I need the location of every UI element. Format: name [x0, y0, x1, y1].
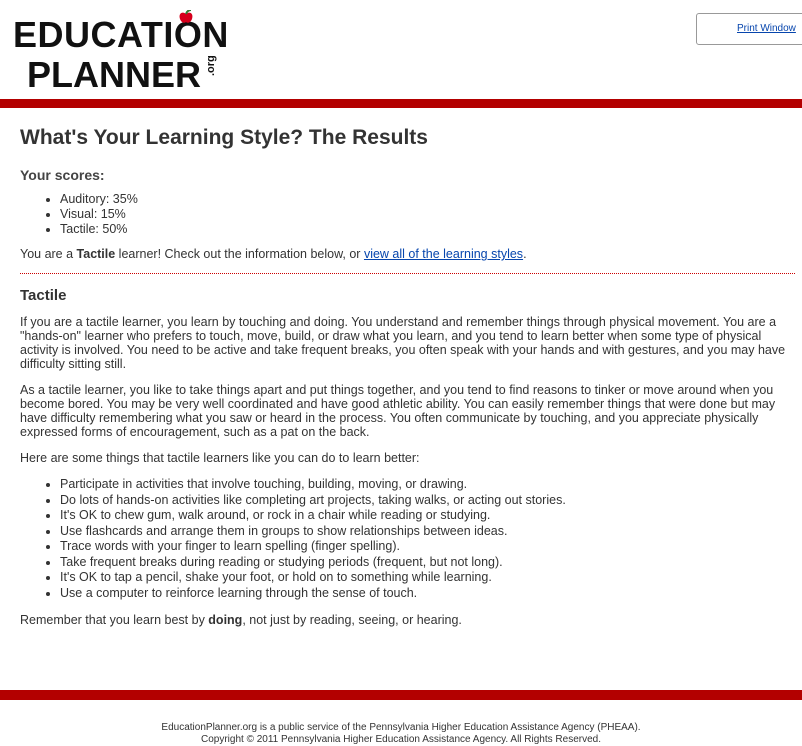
- page-title: What's Your Learning Style? The Results: [20, 126, 428, 149]
- logo-line2-wrap: PLANNER .org: [27, 52, 229, 92]
- list-item: Do lots of hands-on activities like comp…: [60, 493, 795, 509]
- scores-heading: Your scores:: [20, 167, 105, 183]
- tactile-heading: Tactile: [20, 287, 67, 304]
- section-divider: [20, 273, 795, 274]
- logo-line2: PLANNER: [27, 54, 202, 95]
- result-style: Tactile: [76, 247, 116, 261]
- list-item: Use flashcards and arrange them in group…: [60, 524, 795, 540]
- footer: EducationPlanner.org is a public service…: [0, 722, 802, 746]
- result-prefix: You are a: [20, 247, 77, 261]
- footer-line-2: Copyright © 2011 Pennsylvania Higher Edu…: [201, 734, 601, 745]
- score-item-tactile: Tactile: 50%: [60, 222, 795, 237]
- list-item: Use a computer to reinforce learning thr…: [60, 586, 795, 602]
- education-planner-logo[interactable]: EDUCATION PLANNER .org: [13, 10, 229, 93]
- result-suffix: .: [523, 247, 527, 261]
- tips-intro: Here are some things that tactile learne…: [20, 451, 420, 465]
- result-summary: You are a Tactile learner! Check out the…: [20, 247, 795, 261]
- scores-list: Auditory: 35% Visual: 15% Tactile: 50%: [20, 192, 795, 237]
- logo-line1: EDUCATION: [13, 14, 229, 55]
- closing-prefix: Remember that you learn best by: [20, 613, 209, 627]
- closing-text: Remember that you learn best by doing, n…: [20, 613, 795, 627]
- tips-list: Participate in activities that involve t…: [20, 477, 795, 601]
- result-mid: learner! Check out the information below…: [115, 247, 364, 261]
- tactile-para-2: As a tactile learner, you like to take t…: [20, 383, 776, 439]
- view-all-styles-link[interactable]: view all of the learning styles: [364, 247, 523, 261]
- list-item: It's OK to tap a pencil, shake your foot…: [60, 570, 795, 586]
- score-item-auditory: Auditory: 35%: [60, 192, 795, 207]
- closing-bold: doing: [208, 613, 243, 627]
- logo-org: .org: [205, 55, 218, 76]
- list-item: Participate in activities that involve t…: [60, 477, 795, 493]
- footer-line-1: EducationPlanner.org is a public service…: [161, 722, 641, 733]
- list-item: Trace words with your finger to learn sp…: [60, 539, 795, 555]
- list-item: It's OK to chew gum, walk around, or roc…: [60, 508, 795, 524]
- print-window-link[interactable]: Print Window: [737, 23, 796, 34]
- closing-suffix: , not just by reading, seeing, or hearin…: [242, 613, 462, 627]
- apple-icon: [179, 10, 193, 23]
- bottom-accent-bar: [0, 690, 802, 700]
- header: EDUCATION PLANNER .org Print Window: [0, 0, 802, 100]
- list-item: Take frequent breaks during reading or s…: [60, 555, 795, 571]
- score-item-visual: Visual: 15%: [60, 207, 795, 222]
- tactile-para-1: If you are a tactile learner, you learn …: [20, 315, 786, 371]
- main-content: What's Your Learning Style? The Results …: [20, 108, 795, 627]
- print-window-button[interactable]: Print Window: [696, 13, 802, 45]
- top-accent-bar: [0, 99, 802, 108]
